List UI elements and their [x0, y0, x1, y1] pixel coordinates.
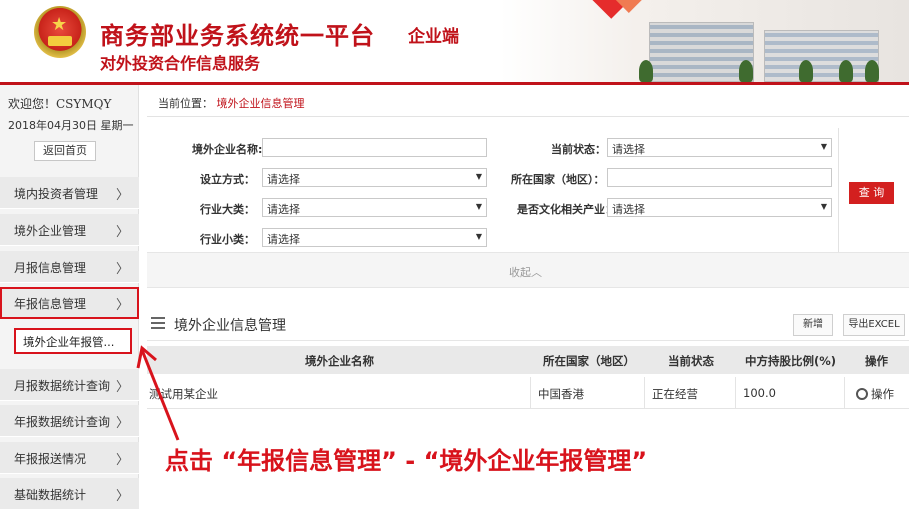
annotation-text: 点击 “年报信息管理” - “境外企业年报管理”: [165, 447, 648, 475]
row-action-label: 操作: [871, 387, 894, 401]
culture-industry-label: 是否文化相关产业：: [517, 203, 616, 216]
app-subtitle: 对外投资合作信息服务: [100, 54, 261, 73]
sidebar-item-annual-submission[interactable]: 年报报送情况 〉: [0, 442, 139, 474]
cell-status: 正在经营: [652, 387, 698, 401]
form-divider: [838, 128, 839, 252]
app-title: 商务部业务系统统一平台: [100, 22, 375, 50]
column-header-action: 操作: [865, 354, 888, 368]
sidebar-subitem-label: 境外企业年报管...: [23, 335, 115, 349]
annotation-arrow: [136, 345, 180, 441]
caret-down-icon: ▼: [475, 172, 482, 181]
caret-down-icon: ▼: [475, 232, 482, 241]
date-text: 2018年04月30日 星期一: [8, 119, 134, 132]
column-header-company-name[interactable]: 境外企业名称: [305, 353, 374, 369]
cell-country: 中国香港: [538, 387, 584, 401]
sidebar-item-label: 年报报送情况: [14, 452, 87, 466]
list-icon: [151, 317, 165, 329]
caret-down-icon: ▼: [475, 202, 482, 211]
sidebar-item-label: 月报信息管理: [14, 261, 87, 275]
subindustry-select[interactable]: 请选择 ▼: [262, 228, 487, 247]
home-button[interactable]: 返回首页: [34, 141, 96, 161]
column-header-country[interactable]: 所在国家（地区）: [543, 353, 635, 369]
table-row[interactable]: 测试用某企业 中国香港 正在经营 100.0 操作: [147, 377, 909, 409]
setup-method-select-value: 请选择: [267, 173, 300, 186]
table-header: 境外企业名称 所在国家（地区） 当前状态 中方持股比例(%) 操作: [147, 346, 909, 374]
sidebar-item-annual-stats[interactable]: 年报数据统计查询 〉: [0, 405, 139, 437]
country-input[interactable]: [607, 168, 832, 187]
sidebar-item-label: 年报信息管理: [14, 297, 87, 311]
sidebar-item-domestic-investor[interactable]: 境内投资者管理 〉: [0, 177, 139, 209]
chevron-right-icon: 〉: [116, 262, 130, 277]
gear-icon: [856, 388, 868, 400]
collapse-label: 收起︿: [509, 266, 542, 279]
subindustry-label: 行业小类：: [200, 233, 255, 246]
collapse-toggle[interactable]: 收起︿: [147, 252, 909, 288]
sidebar-item-label: 月报数据统计查询: [14, 379, 111, 393]
breadcrumb: 当前位置： 境外企业信息管理: [158, 95, 305, 111]
query-button[interactable]: 查 询: [849, 182, 894, 204]
chevron-right-icon: 〉: [116, 298, 130, 313]
caret-down-icon: ▼: [820, 142, 827, 151]
national-emblem-icon: ★: [34, 6, 86, 58]
sidebar-item-monthly-report[interactable]: 月报信息管理 〉: [0, 251, 139, 283]
chevron-right-icon: 〉: [116, 225, 130, 240]
sidebar-item-annual-report[interactable]: 年报信息管理 〉: [0, 287, 139, 319]
country-label: 所在国家（地区）：: [511, 173, 605, 186]
breadcrumb-divider: [147, 116, 909, 117]
status-select[interactable]: 请选择 ▼: [607, 138, 832, 157]
chevron-right-icon: 〉: [116, 188, 130, 203]
setup-method-select[interactable]: 请选择 ▼: [262, 168, 487, 187]
section-title: 境外企业信息管理: [174, 318, 286, 334]
section-divider: [147, 340, 909, 341]
column-header-ratio[interactable]: 中方持股比例(%): [745, 353, 836, 369]
company-name-label: 境外企业名称:: [192, 143, 263, 156]
building-image: [639, 10, 879, 82]
status-select-value: 请选择: [612, 143, 645, 156]
cell-ratio: 100.0: [743, 386, 776, 400]
sidebar-item-label: 境内投资者管理: [14, 187, 99, 201]
row-action-button[interactable]: 操作: [856, 386, 894, 402]
sidebar-item-label: 境外企业管理: [14, 224, 87, 238]
sidebar: 欢迎您！CSYMQY 2018年04月30日 星期一 返回首页 境内投资者管理 …: [0, 85, 139, 510]
welcome-text: 欢迎您！CSYMQY: [8, 97, 112, 111]
sidebar-item-monthly-stats[interactable]: 月报数据统计查询 〉: [0, 369, 139, 401]
sidebar-item-overseas-company[interactable]: 境外企业管理 〉: [0, 214, 139, 246]
new-button[interactable]: 新增: [793, 314, 833, 336]
client-badge: 企业端: [408, 27, 459, 47]
chevron-right-icon: 〉: [116, 380, 130, 395]
sidebar-item-label: 年报数据统计查询: [14, 415, 111, 429]
industry-select[interactable]: 请选择 ▼: [262, 198, 487, 217]
company-name-input[interactable]: [262, 138, 487, 157]
sidebar-item-label: 基础数据统计: [14, 488, 87, 502]
export-excel-button[interactable]: 导出EXCEL: [843, 314, 905, 336]
app-header: ★ 商务部业务系统统一平台 企业端 对外投资合作信息服务: [0, 0, 909, 82]
column-header-status[interactable]: 当前状态: [668, 353, 714, 369]
subindustry-select-value: 请选择: [267, 233, 300, 246]
industry-label: 行业大类：: [200, 203, 255, 216]
status-label: 当前状态：: [551, 143, 606, 156]
sidebar-item-basic-stats[interactable]: 基础数据统计 〉: [0, 478, 139, 510]
caret-down-icon: ▼: [820, 202, 827, 211]
culture-industry-select[interactable]: 请选择 ▼: [607, 198, 832, 217]
breadcrumb-prefix: 当前位置：: [158, 97, 213, 110]
chevron-right-icon: 〉: [116, 453, 130, 468]
industry-select-value: 请选择: [267, 203, 300, 216]
chevron-right-icon: 〉: [116, 489, 130, 504]
setup-method-label: 设立方式：: [200, 173, 255, 186]
culture-industry-select-value: 请选择: [612, 203, 645, 216]
sidebar-subitem-overseas-annual-report[interactable]: 境外企业年报管...: [14, 328, 132, 354]
chevron-right-icon: 〉: [116, 416, 130, 431]
breadcrumb-current[interactable]: 境外企业信息管理: [217, 97, 305, 110]
